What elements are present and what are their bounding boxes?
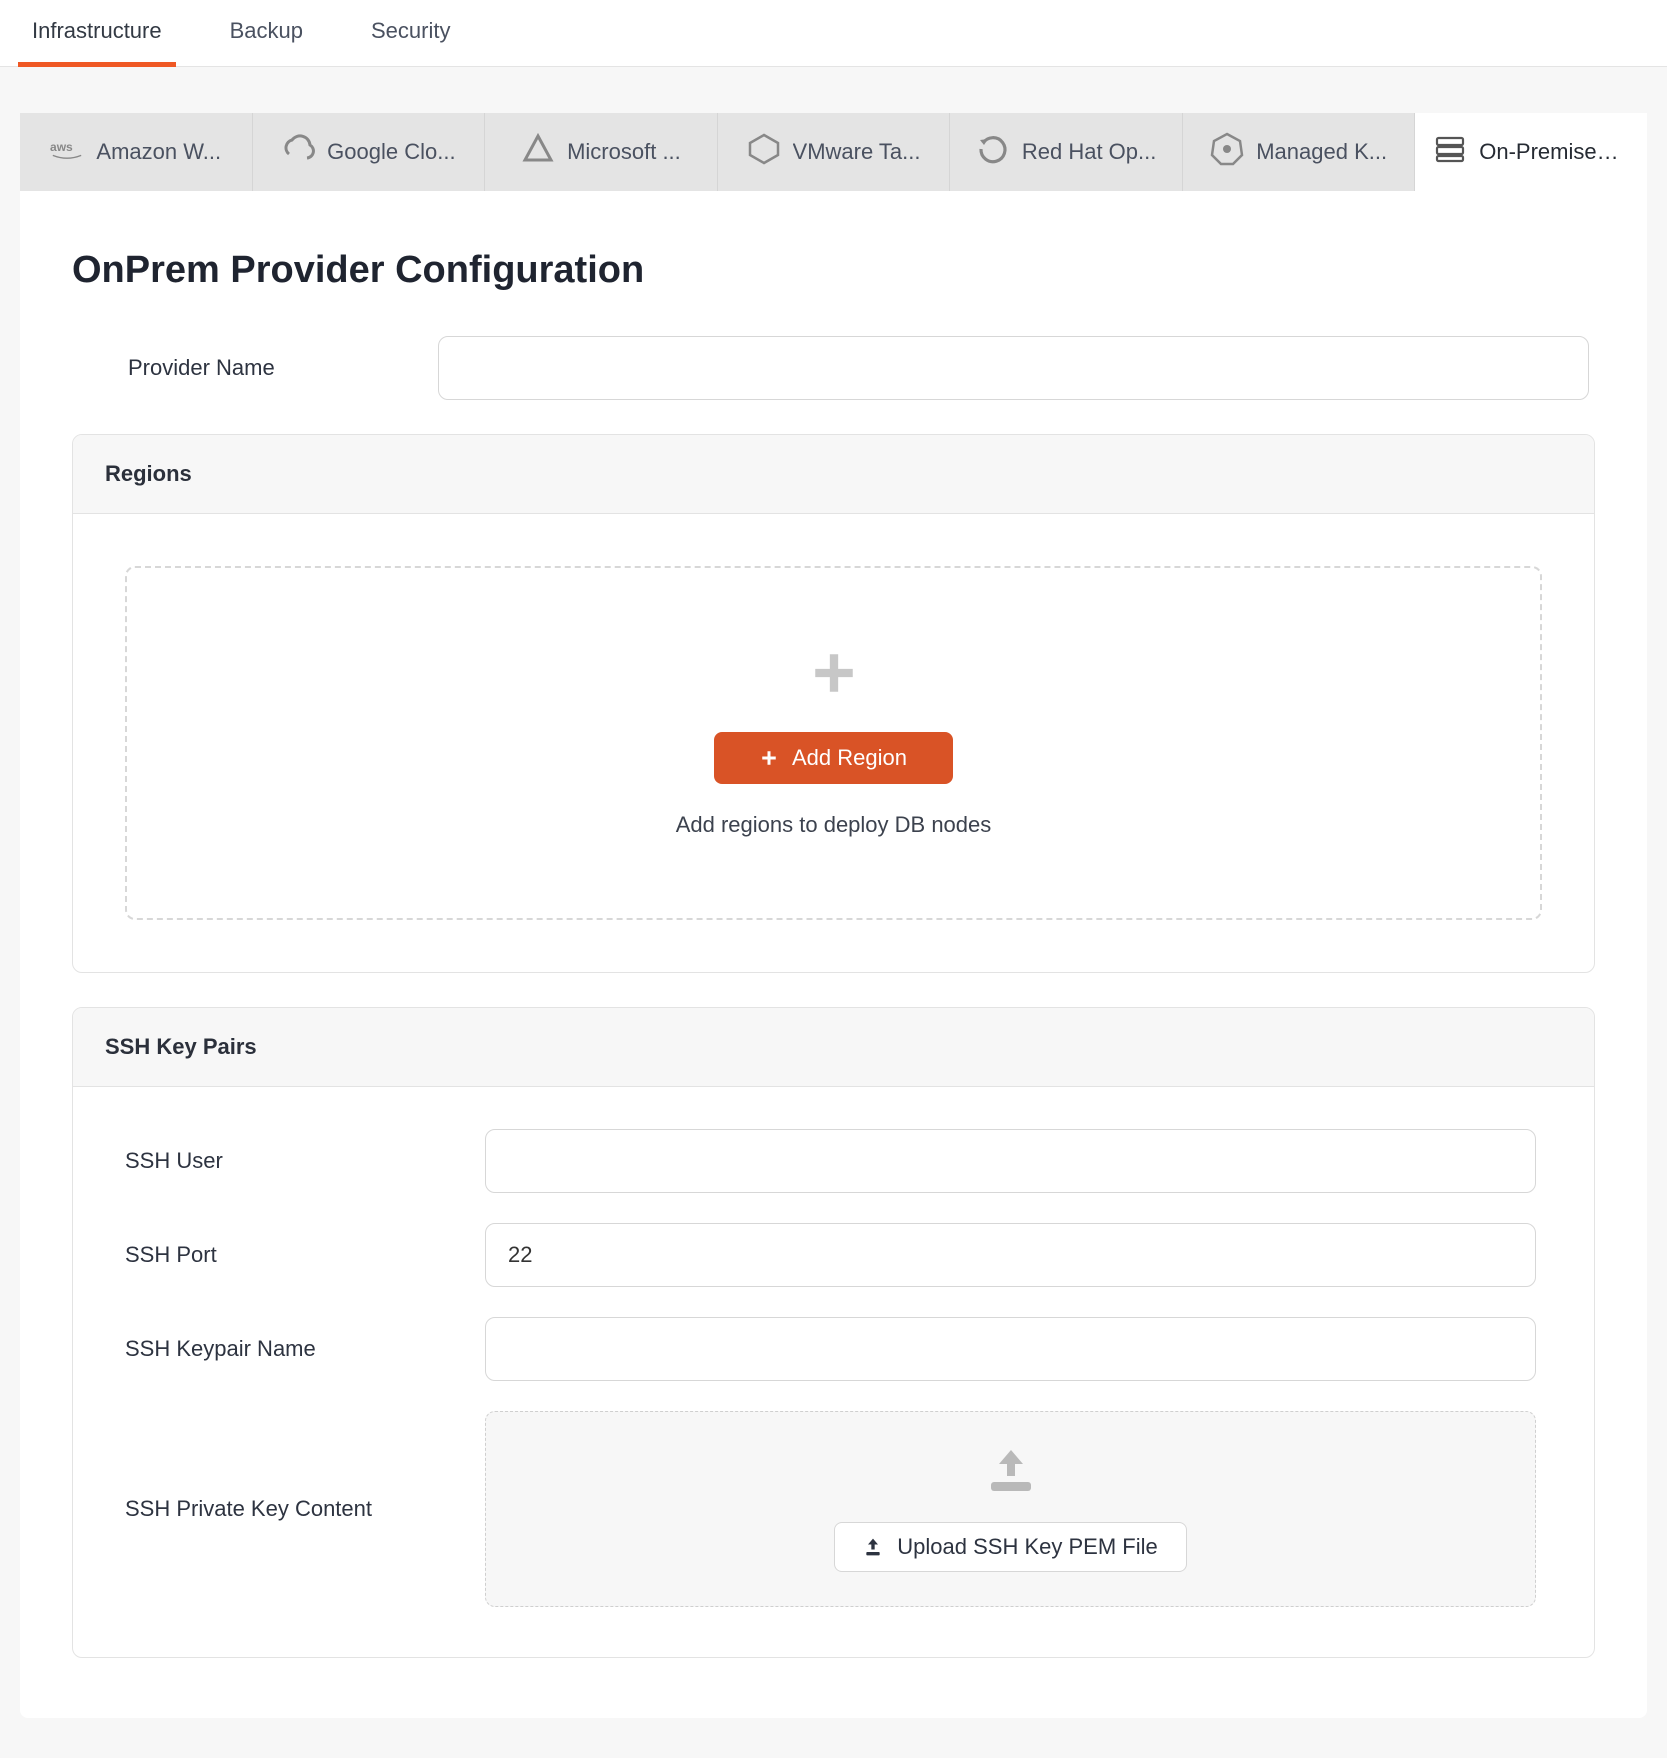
azure-icon <box>521 132 555 172</box>
tab-backup[interactable]: Backup <box>216 0 317 66</box>
provider-tab-vmware[interactable]: VMware Ta... <box>718 113 951 191</box>
ssh-user-label: SSH User <box>125 1148 455 1174</box>
ssh-user-row: SSH User <box>125 1129 1542 1193</box>
upload-pem-button[interactable]: Upload SSH Key PEM File <box>834 1522 1186 1572</box>
svg-text:aws: aws <box>50 140 73 154</box>
regions-card: Regions Add Region Add regions to deploy… <box>72 434 1595 973</box>
server-icon <box>1433 132 1467 172</box>
provider-tab-label: Managed K... <box>1256 139 1387 165</box>
aws-icon: aws <box>50 132 84 172</box>
provider-tab-redhat[interactable]: Red Hat Op... <box>950 113 1183 191</box>
config-panel: OnPrem Provider Configuration Provider N… <box>20 191 1647 1718</box>
add-region-label: Add Region <box>792 745 907 771</box>
provider-tab-label: Google Clo... <box>327 139 455 165</box>
tab-infrastructure[interactable]: Infrastructure <box>18 0 176 66</box>
redhat-icon <box>976 132 1010 172</box>
provider-name-label: Provider Name <box>78 355 408 381</box>
vmware-icon <box>747 132 781 172</box>
plus-large-icon <box>809 648 859 704</box>
ssh-private-key-label: SSH Private Key Content <box>125 1496 455 1522</box>
ssh-private-key-row: SSH Private Key Content Upload SSH Key P… <box>125 1411 1542 1607</box>
upload-small-icon <box>863 1537 883 1557</box>
ssh-user-input[interactable] <box>485 1129 1536 1193</box>
top-tabs: Infrastructure Backup Security <box>0 0 1667 67</box>
ssh-keypair-row: SSH Keypair Name <box>125 1317 1542 1381</box>
regions-header: Regions <box>73 435 1594 514</box>
ssh-port-row: SSH Port <box>125 1223 1542 1287</box>
stage: aws Amazon W... Google Clo... Microsoft … <box>0 67 1667 1758</box>
ssh-port-label: SSH Port <box>125 1242 455 1268</box>
provider-tab-gcp[interactable]: Google Clo... <box>253 113 486 191</box>
ssh-port-input[interactable] <box>485 1223 1536 1287</box>
provider-tab-azure[interactable]: Microsoft ... <box>485 113 718 191</box>
upload-icon <box>985 1448 1037 1500</box>
provider-tab-onprem[interactable]: On-Premises ... <box>1415 113 1647 191</box>
gcp-icon <box>281 132 315 172</box>
provider-tab-aws[interactable]: aws Amazon W... <box>20 113 253 191</box>
provider-tabs: aws Amazon W... Google Clo... Microsoft … <box>20 113 1647 191</box>
ssh-keypair-input[interactable] <box>485 1317 1536 1381</box>
provider-tab-label: On-Premises ... <box>1479 139 1629 165</box>
add-region-button[interactable]: Add Region <box>714 732 953 784</box>
ssh-keypair-label: SSH Keypair Name <box>125 1336 455 1362</box>
provider-tab-k8s[interactable]: Managed K... <box>1183 113 1416 191</box>
ssh-upload-dropzone[interactable]: Upload SSH Key PEM File <box>485 1411 1536 1607</box>
regions-hint: Add regions to deploy DB nodes <box>676 812 992 838</box>
plus-icon <box>760 749 778 767</box>
provider-name-input[interactable] <box>438 336 1589 400</box>
ssh-card: SSH Key Pairs SSH User SSH Port SSH Keyp… <box>72 1007 1595 1658</box>
page-title: OnPrem Provider Configuration <box>72 249 1595 292</box>
provider-tab-label: Amazon W... <box>96 139 221 165</box>
tab-security[interactable]: Security <box>357 0 464 66</box>
regions-dropzone: Add Region Add regions to deploy DB node… <box>125 566 1542 920</box>
provider-tab-label: VMware Ta... <box>793 139 921 165</box>
upload-pem-label: Upload SSH Key PEM File <box>897 1534 1157 1560</box>
provider-tab-label: Microsoft ... <box>567 139 681 165</box>
kubernetes-icon <box>1210 132 1244 172</box>
provider-tab-label: Red Hat Op... <box>1022 139 1157 165</box>
provider-name-row: Provider Name <box>72 336 1595 400</box>
ssh-header: SSH Key Pairs <box>73 1008 1594 1087</box>
